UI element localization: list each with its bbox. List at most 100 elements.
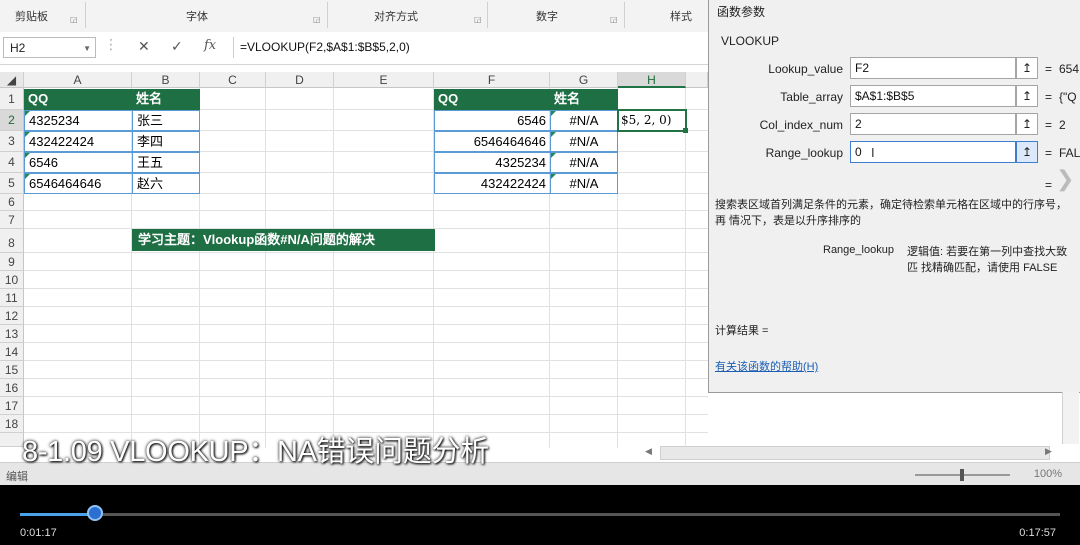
cell-b5[interactable]: 赵六	[132, 173, 200, 194]
cell-g3[interactable]: #N/A	[550, 131, 618, 152]
column-header-e[interactable]: E	[334, 72, 434, 88]
row-header[interactable]: 14	[0, 343, 24, 361]
row-header[interactable]: 8	[0, 229, 24, 253]
collapse-dialog-icon[interactable]: ↥	[1016, 141, 1038, 163]
row-header[interactable]: 13	[0, 325, 24, 343]
row-header[interactable]: 5	[0, 173, 24, 194]
current-time: 0:01:17	[20, 527, 57, 539]
function-name: VLOOKUP	[721, 34, 780, 48]
cell-a3[interactable]: 432422424	[24, 131, 133, 152]
error-indicator-icon	[551, 174, 556, 179]
cell-a1-header[interactable]: QQ	[24, 89, 132, 110]
table-array-input[interactable]: $A$1:$B$5	[850, 85, 1016, 107]
collapse-dialog-icon[interactable]: ↥	[1016, 57, 1038, 79]
row-header[interactable]: 7	[0, 211, 24, 229]
row-header[interactable]: 4	[0, 152, 24, 173]
scroll-left-icon[interactable]: ◀	[645, 446, 652, 457]
collapse-dialog-icon[interactable]: ↥	[1016, 113, 1038, 135]
launcher-icon[interactable]: ◲	[70, 15, 78, 24]
zoom-slider-handle[interactable]	[960, 469, 964, 481]
cell-b4[interactable]: 王五	[132, 152, 200, 173]
column-header-h[interactable]: H	[618, 72, 686, 88]
cell-b2[interactable]: 张三	[132, 110, 200, 131]
row-header[interactable]: 9	[0, 253, 24, 271]
function-arguments-dialog: 函数参数 VLOOKUP Lookup_value F2 ↥ = 654 Tab…	[708, 0, 1080, 393]
progress-handle[interactable]	[86, 505, 103, 521]
cell-f3[interactable]: 6546464646	[434, 131, 551, 152]
scroll-right-icon[interactable]: ▶	[1045, 446, 1052, 457]
lookup-value-input[interactable]: F2	[850, 57, 1016, 79]
name-box-value: H2	[10, 41, 26, 55]
error-indicator-icon	[551, 111, 556, 116]
text-number-indicator-icon	[25, 111, 30, 116]
row-header[interactable]: 18	[0, 415, 24, 433]
cell-b3[interactable]: 李四	[132, 131, 200, 152]
cell-a2[interactable]: 4325234	[24, 110, 133, 131]
zoom-level[interactable]: 100%	[1034, 468, 1062, 480]
fill-handle[interactable]	[683, 128, 688, 133]
cell-g4[interactable]: #N/A	[550, 152, 618, 173]
column-header-b[interactable]: B	[132, 72, 200, 88]
gridline	[24, 288, 708, 289]
launcher-icon[interactable]: ◲	[610, 15, 618, 24]
cell-g2[interactable]: #N/A	[550, 110, 618, 131]
ribbon-group-styles[interactable]: 样式	[670, 8, 692, 24]
launcher-icon[interactable]: ◲	[474, 15, 482, 24]
ribbon-group-clipboard[interactable]: 剪贴板	[15, 8, 48, 24]
column-header-d[interactable]: D	[266, 72, 334, 88]
vertical-scrollbar[interactable]	[1062, 392, 1079, 444]
column-header-g[interactable]: G	[550, 72, 618, 88]
cell-f4[interactable]: 4325234	[434, 152, 551, 173]
insert-function-icon[interactable]: fx	[204, 38, 216, 53]
cell-g5[interactable]: #N/A	[550, 173, 618, 194]
range-lookup-input[interactable]: 0	[850, 141, 1016, 163]
column-header-f[interactable]: F	[434, 72, 550, 88]
row-header[interactable]: 15	[0, 361, 24, 379]
calculation-result: 计算结果 =	[715, 325, 769, 337]
row-header[interactable]: 1	[0, 88, 24, 110]
text-number-indicator-icon	[25, 132, 30, 137]
row-header[interactable]	[0, 433, 24, 447]
ribbon-group-alignment[interactable]: 对齐方式	[374, 8, 418, 24]
row-header[interactable]: 17	[0, 397, 24, 415]
arg-label-lookup-value: Lookup_value	[768, 62, 843, 76]
cell-f1-header[interactable]: QQ	[434, 89, 550, 110]
name-box[interactable]: H2 ▼	[3, 37, 96, 58]
cell-g1-header[interactable]: 姓名	[550, 89, 618, 110]
launcher-icon[interactable]: ◲	[313, 15, 321, 24]
text-cursor-icon: Ι	[871, 145, 875, 160]
col-index-num-input[interactable]: 2	[850, 113, 1016, 135]
column-header-c[interactable]: C	[200, 72, 266, 88]
progress-track[interactable]	[20, 513, 1060, 516]
ribbon-group-font[interactable]: 字体	[186, 8, 208, 24]
column-header-i[interactable]	[686, 72, 708, 88]
select-all-corner[interactable]: ◢	[0, 72, 24, 88]
enter-icon[interactable]: ✓	[171, 38, 183, 55]
row-header[interactable]: 11	[0, 289, 24, 307]
cell-a5[interactable]: 6546464646	[24, 173, 133, 194]
cancel-icon[interactable]: ✕	[138, 38, 150, 55]
chevron-down-icon[interactable]: ▼	[83, 38, 91, 59]
row-header[interactable]: 12	[0, 307, 24, 325]
ribbon-group-number[interactable]: 数字	[536, 8, 558, 24]
gridline	[24, 414, 708, 415]
collapse-dialog-icon[interactable]: ↥	[1016, 85, 1038, 107]
function-help-link[interactable]: 有关该函数的帮助(H)	[715, 358, 818, 374]
function-description: 搜索表区域首列满足条件的元素，确定待检索单元格在区域中的行序号，再 情况下，表是…	[715, 199, 1067, 227]
column-header-a[interactable]: A	[24, 72, 132, 88]
row-header[interactable]: 10	[0, 271, 24, 289]
cell-f5[interactable]: 432422424	[434, 173, 551, 194]
cell-a4[interactable]: 6546	[24, 152, 133, 173]
row-header[interactable]: 2	[0, 110, 24, 131]
row-header[interactable]: 3	[0, 131, 24, 152]
cell-b1-header[interactable]: 姓名	[132, 89, 200, 110]
formula-input[interactable]: =VLOOKUP(F2,$A$1:$B$5,2,0)	[233, 37, 720, 58]
arg-result: 654	[1059, 62, 1080, 76]
cell-f2[interactable]: 6546	[434, 110, 551, 131]
active-cell-h2[interactable]: $5, 2, 0)	[617, 109, 687, 132]
row-header[interactable]: 16	[0, 379, 24, 397]
gridline	[24, 378, 708, 379]
ribbon-separator	[327, 2, 328, 28]
horizontal-scrollbar[interactable]	[660, 446, 1050, 460]
row-header[interactable]: 6	[0, 194, 24, 211]
